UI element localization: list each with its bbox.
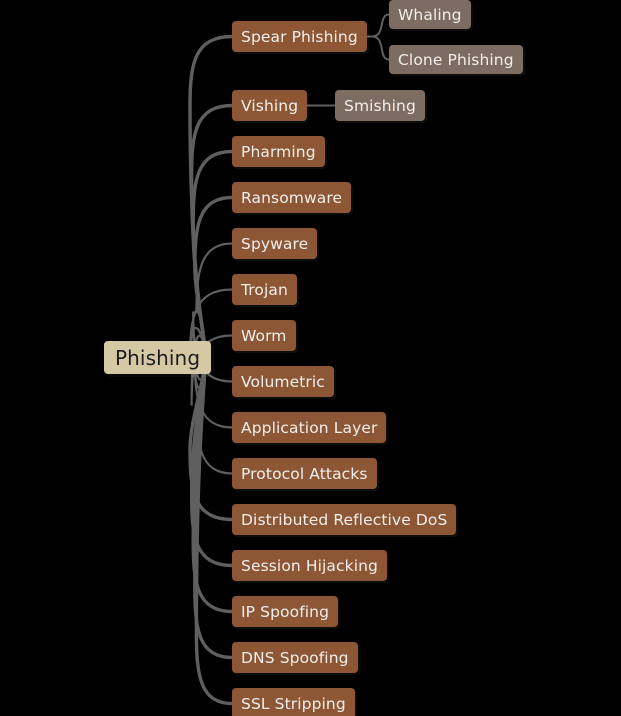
node-label: Vishing bbox=[241, 96, 299, 115]
node-label: Protocol Attacks bbox=[241, 464, 368, 483]
edge-root-to-vishing bbox=[189, 103, 234, 360]
node-dns-spoofing[interactable]: DNS Spoofing bbox=[232, 642, 358, 673]
node-ip-spoofing[interactable]: IP Spoofing bbox=[232, 596, 339, 627]
node-label: Spear Phishing bbox=[241, 27, 358, 46]
node-label: Ransomware bbox=[241, 188, 343, 207]
node-label: Worm bbox=[241, 326, 287, 345]
node-label: Volumetric bbox=[241, 372, 325, 391]
edge-root-to-protocol-attacks bbox=[195, 356, 234, 475]
root-node-phishing[interactable]: Phishing bbox=[104, 341, 212, 374]
edge-root-to-dns-spoofing bbox=[193, 355, 234, 660]
edge-root-to-pharming bbox=[191, 149, 234, 360]
node-session-hijacking[interactable]: Session Hijacking bbox=[232, 550, 387, 581]
node-spear-phishing[interactable]: Spear Phishing bbox=[232, 21, 367, 52]
edge-root-to-distributed-reflective-dos bbox=[188, 355, 234, 522]
node-label: SSL Stripping bbox=[241, 694, 346, 713]
node-worm[interactable]: Worm bbox=[232, 320, 296, 351]
node-pharming[interactable]: Pharming bbox=[232, 136, 325, 167]
node-label: Trojan bbox=[241, 280, 288, 299]
node-ssl-stripping[interactable]: SSL Stripping bbox=[232, 688, 355, 716]
mindmap-canvas: Phishing Spear Phishing Vishing Pharming Ran… bbox=[0, 0, 621, 716]
node-label: Distributed Reflective DoS bbox=[241, 510, 448, 529]
node-volumetric[interactable]: Volumetric bbox=[232, 366, 334, 397]
node-label: Phishing bbox=[115, 345, 201, 370]
node-whaling[interactable]: Whaling bbox=[389, 0, 471, 29]
node-label: Smishing bbox=[344, 96, 416, 115]
node-trojan[interactable]: Trojan bbox=[232, 274, 297, 305]
node-protocol-attacks[interactable]: Protocol Attacks bbox=[232, 458, 377, 489]
node-application-layer[interactable]: Application Layer bbox=[232, 412, 387, 443]
node-spyware[interactable]: Spyware bbox=[232, 228, 318, 259]
edge-root-to-session-hijacking bbox=[189, 355, 234, 568]
edge-root-to-ransomware bbox=[193, 195, 234, 360]
node-clone-phishing[interactable]: Clone Phishing bbox=[389, 45, 523, 74]
node-vishing[interactable]: Vishing bbox=[232, 90, 308, 121]
node-ransomware[interactable]: Ransomware bbox=[232, 182, 352, 213]
node-label: Pharming bbox=[241, 142, 316, 161]
node-distributed-reflective-dos[interactable]: Distributed Reflective DoS bbox=[232, 504, 457, 535]
edge-root-to-spear-phishing bbox=[188, 34, 234, 360]
node-label: DNS Spoofing bbox=[241, 648, 349, 667]
node-label: IP Spoofing bbox=[241, 602, 330, 621]
node-label: Spyware bbox=[241, 234, 309, 253]
node-label: Clone Phishing bbox=[398, 50, 514, 69]
node-label: Whaling bbox=[398, 5, 462, 24]
node-label: Application Layer bbox=[241, 418, 378, 437]
edge-root-to-ip-spoofing bbox=[191, 355, 234, 614]
node-label: Session Hijacking bbox=[241, 556, 378, 575]
node-smishing[interactable]: Smishing bbox=[335, 90, 425, 121]
edge-root-to-ssl-stripping bbox=[194, 355, 234, 706]
